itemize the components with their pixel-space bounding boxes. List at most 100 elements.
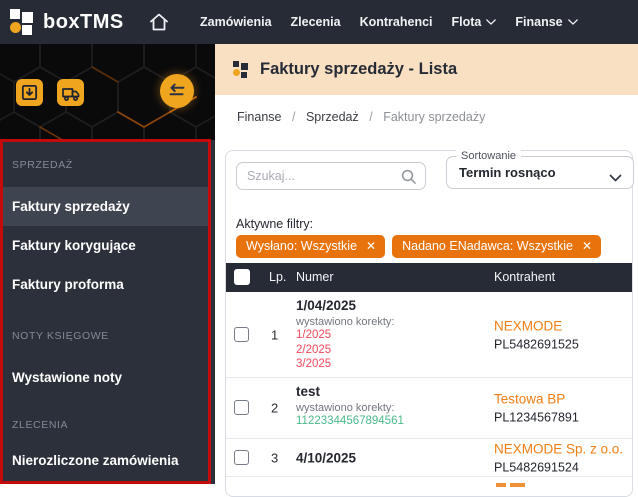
kontrahent-nip: PL1234567891 [494, 410, 579, 425]
sidebar-hex-banner [0, 44, 215, 140]
nav-menu: Zamówienia Zlecenia Kontrahenci Flota Finans… [200, 0, 578, 44]
kontrahent-name[interactable]: NEXMODE Sp. z o.o. [494, 441, 623, 456]
table-body: 1 1/04/2025 wystawiono korekty: 1/2025 2/202… [226, 292, 632, 491]
korekty-label: wystawiono korekty: [296, 402, 395, 414]
table-row[interactable]: 2 test wystawiono korekty: 1122334456789456… [226, 378, 632, 439]
kontrahent-nip: PL5482691525 [494, 337, 579, 351]
row-checkbox[interactable] [234, 400, 249, 415]
korekta-link[interactable]: 3/2025 [296, 357, 394, 372]
sidebar-item-nierozliczone-zamowienia[interactable]: Nierozliczone zamówienia [0, 441, 211, 480]
table-header: Lp. Numer Kontrahent [226, 263, 632, 292]
list-card: Sortowanie Termin rosnąco Aktywne filtry… [225, 150, 634, 497]
invoice-number: 1/04/2025 [296, 298, 357, 313]
search-input[interactable] [237, 163, 407, 189]
breadcrumb-separator: / [369, 110, 373, 124]
korekta-link[interactable]: 2/2025 [296, 343, 394, 358]
row-checkbox[interactable] [234, 449, 249, 465]
sort-select[interactable]: Sortowanie Termin rosnąco [446, 150, 634, 189]
invoice-number: test [296, 384, 321, 399]
page-title-bar: Faktury sprzedaży - Lista [215, 44, 638, 95]
nav-item-label: Zlecenia [290, 15, 341, 29]
sort-select-value: Termin rosnąco [459, 165, 556, 180]
cell-kontrahent: NEXMODE PL5482691525 [494, 318, 579, 351]
table-row[interactable]: 1 1/04/2025 wystawiono korekty: 1/2025 2/202… [226, 292, 632, 378]
main-content: Faktury sprzedaży - Lista Finanse / Sprz… [215, 44, 638, 497]
table-row[interactable]: 3 4/10/2025 NEXMODE Sp. z o.o. PL5482691524 [226, 439, 632, 477]
korekta-link[interactable]: 1/2025 [296, 328, 394, 343]
nav-item-label: Zamówienia [200, 15, 272, 29]
cell-kontrahent: Testowa BP PL1234567891 [494, 392, 579, 425]
breadcrumb-finanse[interactable]: Finanse [237, 110, 281, 124]
active-filters-label: Aktywne filtry: [236, 217, 314, 231]
nav-item-flota[interactable]: Flota [452, 15, 497, 29]
brand-name: boxTMS [43, 11, 124, 33]
nav-item-zamowienia[interactable]: Zamówienia [200, 15, 272, 29]
column-header-kontrahent: Kontrahent [494, 270, 556, 284]
nav-item-label: Kontrahenci [359, 15, 433, 29]
page-title: Faktury sprzedaży - Lista [260, 60, 458, 78]
cell-lp: 2 [271, 400, 279, 416]
sidebar-item-faktury-proforma[interactable]: Faktury proforma [0, 265, 211, 304]
korekta-link[interactable]: 11223344567894561 [296, 414, 404, 429]
breadcrumb-separator: / [291, 110, 296, 124]
sidebar-menu: SPRZEDAŻ Faktury sprzedaży Faktury koryguj… [0, 139, 211, 484]
chevron-down-icon [567, 19, 578, 25]
select-all-checkbox[interactable] [234, 269, 250, 285]
filter-chip-label: Wysłano: Wszystkie [246, 239, 358, 253]
sidebar-section-label: NOTY KSIĘGOWE [12, 330, 109, 342]
truck-button[interactable] [57, 79, 84, 106]
filter-chips: Wysłano: Wszystkie ✕ Nadano ENadawca: Wszy… [236, 235, 602, 258]
sidebar-section-label: ZLECENIA [12, 419, 69, 431]
chevron-down-icon [486, 19, 497, 25]
kontrahent-name[interactable]: NEXMODE [494, 318, 579, 333]
sidebar-item-faktury-korygujace[interactable]: Faktury korygujące [0, 226, 211, 265]
brand-logo-icon [10, 9, 36, 35]
sidebar: SPRZEDAŻ Faktury sprzedaży Faktury koryguj… [0, 44, 215, 484]
table-row-partial [226, 477, 632, 491]
box-download-button[interactable] [16, 79, 43, 106]
invoice-number: 4/10/2025 [296, 450, 357, 465]
truck-icon [61, 87, 79, 101]
sidebar-section-label: SPRZEDAŻ [12, 159, 73, 171]
nav-item-kontrahenci[interactable]: Kontrahenci [360, 15, 433, 29]
top-navbar: boxTMS Zamówienia Zlecenia Kontrahenci Flot… [0, 0, 638, 44]
search-box [236, 162, 426, 190]
breadcrumb: Finanse / Sprzedaż / Faktury sprzedaży [215, 95, 638, 139]
row-checkbox-cell [234, 400, 249, 420]
sidebar-toggle-button[interactable] [160, 74, 194, 108]
swap-arrows-icon [169, 83, 185, 96]
close-icon[interactable]: ✕ [582, 240, 592, 252]
nav-item-zlecenia[interactable]: Zlecenia [291, 15, 341, 29]
chevron-down-icon [609, 169, 622, 187]
kontrahent-nip: PL5482691524 [494, 460, 579, 474]
cell-numer: 4/10/2025 [296, 450, 356, 465]
nav-item-finanse[interactable]: Finanse [515, 15, 578, 29]
cell-lp: 1 [271, 327, 279, 342]
breadcrumb-sprzedaz[interactable]: Sprzedaż [306, 110, 359, 124]
cell-numer: 1/04/2025 wystawiono korekty: 1/2025 2/2025… [296, 298, 394, 372]
korekty-label: wystawiono korekty: [296, 316, 395, 328]
cell-lp: 3 [271, 450, 279, 465]
brand[interactable]: boxTMS [10, 9, 124, 35]
column-header-lp: Lp. [269, 270, 287, 284]
cell-kontrahent: NEXMODE Sp. z o.o. PL5482691524 [494, 441, 623, 474]
home-icon[interactable] [147, 10, 171, 34]
box-download-icon [21, 84, 38, 101]
close-icon[interactable]: ✕ [366, 240, 376, 252]
breadcrumb-current: Faktury sprzedaży [383, 110, 486, 124]
cell-numer: test wystawiono korekty: 11223344567894561 [296, 384, 404, 429]
filter-chip: Wysłano: Wszystkie ✕ [236, 235, 386, 258]
row-checkbox-cell [234, 449, 249, 470]
column-header-numer: Numer [296, 270, 334, 284]
row-checkbox-cell [234, 326, 249, 347]
page-title-logo-icon [233, 61, 250, 78]
search-icon[interactable] [400, 168, 417, 190]
row-checkbox[interactable] [234, 326, 249, 342]
filter-chip: Nadano ENadawca: Wszystkie ✕ [392, 235, 602, 258]
nav-item-label: Flota [451, 15, 482, 29]
kontrahent-name[interactable]: Testowa BP [494, 392, 579, 407]
nav-item-label: Finanse [515, 15, 563, 29]
sidebar-item-faktury-sprzedazy[interactable]: Faktury sprzedaży [0, 187, 211, 226]
filter-chip-label: Nadano ENadawca: Wszystkie [402, 239, 573, 253]
sidebar-item-wystawione-noty[interactable]: Wystawione noty [0, 358, 211, 397]
